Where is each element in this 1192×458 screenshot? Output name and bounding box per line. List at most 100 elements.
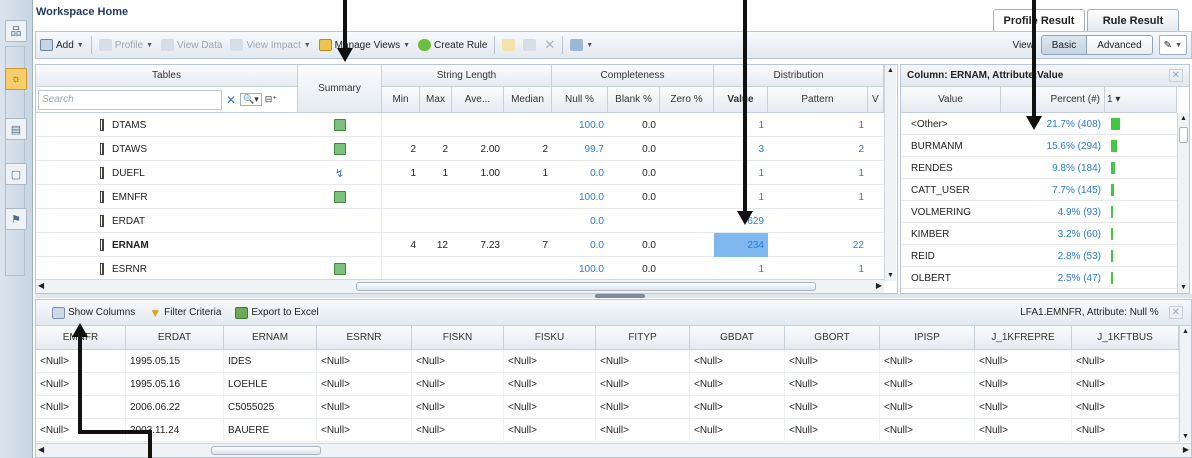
- scroll-up-icon[interactable]: ▲: [1182, 328, 1189, 335]
- column-header[interactable]: FISKN: [412, 326, 504, 350]
- scroll-left-icon[interactable]: ◀: [38, 445, 44, 454]
- table-row[interactable]: EMNFR 100.0 0.0 1 1: [36, 185, 884, 209]
- scroll-down-icon[interactable]: ▼: [1180, 284, 1187, 291]
- zero-pct-header[interactable]: Zero %: [660, 87, 714, 113]
- show-columns-button[interactable]: Show Columns: [48, 303, 139, 323]
- scroll-right-icon[interactable]: ▶: [876, 281, 882, 290]
- splitter-handle[interactable]: [595, 294, 645, 298]
- rules-nav-icon[interactable]: ⚑: [5, 208, 27, 230]
- table-row[interactable]: ESRNR 100.0 0.0 1 1: [36, 257, 884, 281]
- scroll-left-icon[interactable]: ◀: [38, 281, 44, 290]
- scroll-thumb[interactable]: [356, 282, 816, 291]
- column-header[interactable]: ERDAT: [126, 326, 224, 350]
- preview-horizontal-scrollbar[interactable]: ◀ ▶: [36, 443, 1191, 457]
- close-icon[interactable]: ✕: [1168, 69, 1183, 82]
- settings-button[interactable]: ✎ ▼: [1158, 35, 1187, 55]
- add-button[interactable]: Add ▼: [36, 35, 88, 55]
- summary-chart-icon[interactable]: [333, 143, 346, 155]
- value-col-header[interactable]: Value: [901, 87, 1001, 113]
- value-row[interactable]: BURMANM 15.6% (294): [901, 135, 1177, 157]
- value-row[interactable]: REID 2.8% (53): [901, 245, 1177, 267]
- scroll-down-icon[interactable]: ▼: [1182, 433, 1189, 440]
- min-header[interactable]: Min: [382, 87, 420, 113]
- value-cell[interactable]: 234: [714, 233, 768, 257]
- null-pct-header[interactable]: Null %: [552, 87, 608, 113]
- refresh-button[interactable]: ▼: [566, 35, 597, 55]
- data-row[interactable]: <Null> 2006.06.22 C5055025 <Null> <Null> <Nul…: [36, 396, 1179, 419]
- filter-options-icon[interactable]: ⊟⁺: [265, 94, 277, 105]
- table-row[interactable]: ERNAM 4 12 7.23 7 0.0 0.0 234 22: [36, 233, 884, 257]
- filter-criteria-button[interactable]: ▼ Filter Criteria: [145, 303, 225, 323]
- table-row[interactable]: ERDAT 0.0 629: [36, 209, 884, 233]
- data-row[interactable]: <Null> 2003.11.24 BAUERE <Null> <Null> <Null>…: [36, 419, 1179, 442]
- view-data-button[interactable]: View Data: [157, 35, 226, 55]
- column-header[interactable]: FISKU: [504, 326, 596, 350]
- value-cell[interactable]: 1: [714, 113, 768, 137]
- workspace-icon[interactable]: 品: [5, 20, 27, 42]
- max-header[interactable]: Max: [420, 87, 452, 113]
- column-header[interactable]: FITYP: [596, 326, 690, 350]
- view-impact-button[interactable]: View Impact ▼: [226, 35, 314, 55]
- value-cell[interactable]: 3: [714, 137, 768, 161]
- average-header[interactable]: Ave...: [452, 87, 504, 113]
- scroll-thumb[interactable]: [211, 446, 321, 455]
- tab-profile-result[interactable]: Profile Result: [993, 9, 1085, 31]
- table-row[interactable]: DUEFL ↯ 1 1 1.00 1 0.0 0.0 1 1: [36, 161, 884, 185]
- data-row[interactable]: <Null> 1995.05.16 LOEHLE <Null> <Null> <Null>…: [36, 373, 1179, 396]
- search-options-icon[interactable]: 🔍▾: [240, 93, 262, 106]
- advanced-view-button[interactable]: Advanced: [1087, 36, 1152, 54]
- summary-chart-icon[interactable]: [333, 119, 346, 131]
- pattern-header[interactable]: Pattern: [768, 87, 868, 113]
- edit-button[interactable]: [498, 35, 519, 55]
- scroll-down-icon[interactable]: ▼: [887, 272, 894, 279]
- column-header[interactable]: GBORT: [785, 326, 880, 350]
- column-panel-scrollbar[interactable]: ▲ ▼: [1177, 113, 1189, 293]
- blank-pct-header[interactable]: Blank %: [608, 87, 660, 113]
- value-row[interactable]: VOLMERING 4.9% (93): [901, 201, 1177, 223]
- column-header[interactable]: J_1KFTBUS: [1072, 326, 1179, 350]
- column-header[interactable]: GBDAT: [690, 326, 785, 350]
- duplicate-button[interactable]: [519, 35, 540, 55]
- table-row[interactable]: DTAMS 100.0 0.0 1 1: [36, 113, 884, 137]
- value-cell[interactable]: 1: [714, 257, 768, 281]
- preview-vertical-scrollbar[interactable]: ▲ ▼: [1179, 326, 1191, 442]
- scroll-up-icon[interactable]: ▲: [887, 67, 894, 74]
- median-header[interactable]: Median: [504, 87, 552, 113]
- value-row[interactable]: RENDES 9.8% (184): [901, 157, 1177, 179]
- column-header[interactable]: ERNAM: [224, 326, 317, 350]
- sort-indicator[interactable]: 1 ▾: [1105, 87, 1177, 113]
- page-nav-icon[interactable]: ▢: [5, 163, 27, 185]
- create-rule-button[interactable]: Create Rule: [414, 35, 491, 55]
- top-grid-vertical-scrollbar[interactable]: ▲ ▼: [884, 65, 896, 281]
- scroll-up-icon[interactable]: ▲: [1180, 115, 1187, 122]
- value-header[interactable]: Value: [714, 87, 768, 113]
- value-row[interactable]: OLBERT 2.5% (47): [901, 267, 1177, 289]
- panel-splitter[interactable]: [35, 294, 1192, 298]
- manage-views-button[interactable]: Manage Views ▼: [315, 35, 414, 55]
- basic-view-button[interactable]: Basic: [1041, 36, 1088, 54]
- top-grid-horizontal-scrollbar[interactable]: ◀ ▶: [36, 279, 884, 293]
- value-row[interactable]: CATT_USER 7.7% (145): [901, 179, 1177, 201]
- column-header[interactable]: ESRNR: [317, 326, 412, 350]
- clear-icon[interactable]: ✕: [226, 93, 236, 107]
- profile-nav-icon[interactable]: ☼: [5, 68, 27, 90]
- export-excel-button[interactable]: Export to Excel: [231, 303, 322, 323]
- value-cell[interactable]: 1: [714, 161, 768, 185]
- scroll-right-icon[interactable]: ▶: [1183, 445, 1189, 454]
- profile-button[interactable]: Profile ▼: [95, 35, 157, 55]
- close-icon[interactable]: ✕: [1168, 306, 1183, 319]
- more-header[interactable]: V: [868, 87, 884, 113]
- value-row[interactable]: KIMBER 3.2% (60): [901, 223, 1177, 245]
- column-header[interactable]: J_1KFREPRE: [975, 326, 1072, 350]
- column-header[interactable]: IPISP: [880, 326, 975, 350]
- summary-chart-icon[interactable]: [333, 263, 346, 275]
- percent-col-header[interactable]: Percent (#): [1001, 87, 1105, 113]
- tab-rule-result[interactable]: Rule Result: [1087, 9, 1179, 31]
- value-cell[interactable]: 1: [714, 185, 768, 209]
- objects-nav-icon[interactable]: ▤: [5, 118, 27, 140]
- delete-button[interactable]: ✕: [540, 35, 559, 55]
- summary-chart-icon[interactable]: [333, 191, 346, 203]
- bolt-icon[interactable]: ↯: [335, 167, 344, 180]
- search-input[interactable]: Search: [38, 89, 222, 110]
- table-row[interactable]: DTAWS 2 2 2.00 2 99.7 0.0 3 2: [36, 137, 884, 161]
